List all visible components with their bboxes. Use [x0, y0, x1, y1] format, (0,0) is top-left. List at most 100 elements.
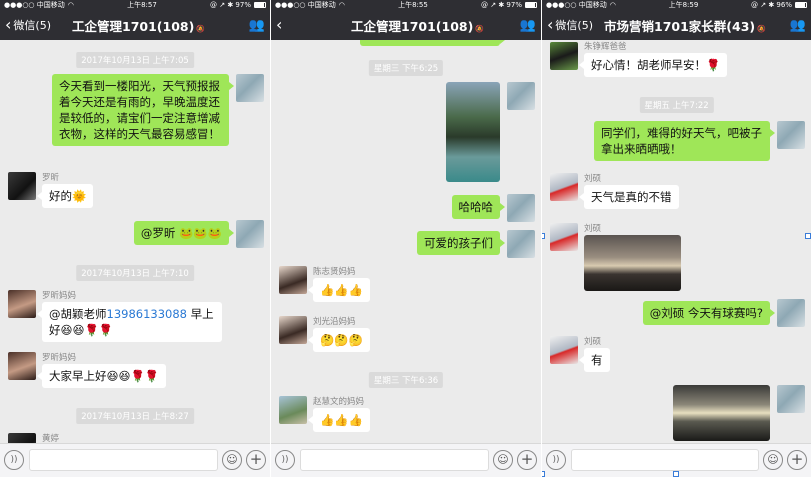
chevron-left-icon: ‹ [276, 15, 283, 34]
chat-screen-2: ●●●○○ 中国移动 ◠ 上午8:55 @ ↗ ✱ 97% ‹ 工企管理1701(… [271, 0, 541, 477]
mute-icon: 🔕 [196, 24, 206, 33]
message-bubble-in[interactable]: 好心情！胡老师早安！🌹 [578, 53, 728, 77]
message-list[interactable]: 星期三 下午6:25 哈哈哈 可爱的孩子们 陈志贤妈妈 👍👍👍 刘光沿妈妈 🤔🤔… [271, 40, 541, 443]
message-bubble-out[interactable]: @罗昕 🐸🐸🐸 [133, 221, 235, 245]
sender-name: 罗昕妈妈 [42, 353, 77, 363]
message-bubble-out[interactable]: 今天看到一楼阳光，天气预报报着今天还是有雨的，早晚温度还是较低的，请宝们一定注意… [52, 74, 234, 146]
message-bubble-out[interactable]: 哈哈哈 [451, 195, 505, 219]
avatar[interactable] [550, 173, 578, 201]
wifi-icon: ◠ [609, 1, 616, 9]
image-message[interactable] [584, 235, 681, 291]
chat-title: 工企管理1701(108) 🔕 [351, 16, 515, 35]
wifi-icon: ◠ [67, 1, 74, 9]
timestamp: 2017年10月13日 上午8:27 [76, 408, 194, 424]
avatar[interactable] [777, 385, 805, 413]
selection-handle[interactable] [673, 471, 679, 477]
emoji-icon[interactable]: ☺ [493, 450, 513, 470]
message-bubble-out[interactable]: @刘硕 今天有球赛吗? [642, 301, 776, 325]
back-button[interactable]: ‹ [271, 17, 351, 33]
message-bubble-in[interactable]: 天气是真的不错 [579, 185, 679, 209]
avatar[interactable] [8, 352, 36, 380]
group-icon[interactable]: 👥 [785, 18, 811, 33]
avatar[interactable] [236, 220, 264, 248]
message-bubble-in[interactable]: 👍👍👍 [308, 408, 370, 432]
sender-name: 刘光沿妈妈 [313, 317, 356, 327]
timestamp: 星期三 下午6:25 [368, 60, 444, 76]
group-icon[interactable]: 👥 [515, 18, 541, 33]
emoji-icon[interactable]: ☺ [222, 450, 242, 470]
avatar[interactable] [777, 299, 805, 327]
message-bubble-out[interactable]: 可爱的孩子们 [417, 231, 505, 255]
back-button[interactable]: ‹ 微信(5) [542, 17, 604, 33]
emoji-icon[interactable]: ☺ [763, 450, 783, 470]
plus-icon[interactable]: + [517, 450, 537, 470]
status-bar: ●●●○○ 中国移动 ◠ 上午8:55 @ ↗ ✱ 97% [271, 0, 541, 10]
back-label: 微信(5) [13, 19, 51, 32]
plus-icon[interactable]: + [787, 450, 807, 470]
sender-name: 陈志贤妈妈 [313, 267, 356, 277]
clock: 上午8:55 [398, 1, 428, 9]
timestamp: 2017年10月13日 上午7:10 [76, 265, 194, 281]
status-right: @ ↗ ✱ 97% [210, 1, 251, 9]
mute-icon: 🔕 [757, 24, 766, 33]
phone-link[interactable]: 13986133088 [107, 307, 187, 321]
avatar[interactable] [550, 42, 578, 70]
message-input[interactable] [571, 449, 759, 471]
avatar[interactable] [8, 433, 36, 443]
avatar[interactable] [236, 74, 264, 102]
message-bubble-in[interactable]: 🤔🤔🤔 [308, 328, 370, 352]
message-list[interactable]: 2017年10月13日 上午7:05 今天看到一楼阳光，天气预报报着今天还是有雨… [0, 40, 270, 443]
avatar[interactable] [279, 266, 307, 294]
voice-icon[interactable]: )) [275, 450, 295, 470]
image-message[interactable] [673, 385, 770, 441]
message-list[interactable]: 朱铮辉爸爸 好心情！胡老师早安！🌹 星期五 上午7:22 同学们，难得的好天气，… [542, 40, 811, 443]
group-icon[interactable]: 👥 [244, 18, 270, 33]
chat-title: 工企管理1701(108) 🔕 [72, 16, 244, 35]
plus-icon[interactable]: + [246, 450, 266, 470]
chat-screen-1: ●●●○○ 中国移动 ◠ 上午8:57 @ ↗ ✱ 97% ‹ 微信(5) 工企管理… [0, 0, 270, 477]
avatar[interactable] [550, 223, 578, 251]
sender-name: 刘硕 [584, 224, 602, 234]
carrier-label: ●●●○○ 中国移动 [546, 1, 607, 9]
avatar[interactable] [550, 336, 578, 364]
timestamp: 2017年10月13日 上午7:05 [76, 52, 194, 68]
message-bubble-out[interactable] [360, 40, 505, 46]
voice-icon[interactable]: )) [4, 450, 24, 470]
back-button[interactable]: ‹ 微信(5) [0, 17, 72, 33]
sender-name: 罗昕 [42, 173, 60, 183]
avatar[interactable] [507, 230, 535, 258]
avatar[interactable] [507, 82, 535, 110]
nav-bar: ‹ 工企管理1701(108) 🔕 👥 [271, 10, 541, 40]
image-message[interactable] [446, 82, 500, 182]
carrier-label: ●●●○○ 中国移动 [4, 1, 65, 9]
selection-handle[interactable] [542, 233, 545, 239]
sender-name: 朱铮辉爸爸 [584, 42, 627, 52]
status-right: @ ↗ ✱ 97% [481, 1, 522, 9]
message-bubble-in[interactable]: 大家早上好😆😆🌹🌹 [36, 364, 167, 388]
message-bubble-in[interactable]: @胡颖老师13986133088 早上好😆😆🌹🌹 [37, 302, 222, 342]
avatar[interactable] [279, 396, 307, 424]
avatar[interactable] [279, 316, 307, 344]
avatar[interactable] [8, 290, 36, 318]
avatar[interactable] [8, 172, 36, 200]
message-input[interactable] [300, 449, 489, 471]
message-bubble-in[interactable]: 👍👍👍 [308, 278, 370, 302]
message-bubble-in[interactable]: 好的🌞 [36, 184, 94, 208]
voice-icon[interactable]: )) [546, 450, 566, 470]
sender-name: 刘硕 [584, 337, 602, 347]
chevron-left-icon: ‹ [5, 15, 12, 34]
message-bubble-out[interactable]: 同学们，难得的好天气，吧被子拿出来晒晒哦！ [594, 121, 775, 161]
message-input[interactable] [29, 449, 218, 471]
selection-handle[interactable] [805, 233, 811, 239]
status-right: @ ↗ ✱ 96% [751, 1, 792, 9]
mention-text: @胡颖老师 [49, 307, 107, 321]
timestamp: 星期五 上午7:22 [639, 97, 714, 113]
sender-name: 刘硕 [584, 174, 602, 184]
screenshot-collage: ●●●○○ 中国移动 ◠ 上午8:57 @ ↗ ✱ 97% ‹ 微信(5) 工企管理… [0, 0, 811, 477]
nav-bar: ‹ 微信(5) 工企管理1701(108) 🔕 👥 [0, 10, 270, 40]
avatar[interactable] [507, 194, 535, 222]
selection-handle[interactable] [542, 471, 545, 477]
avatar[interactable] [777, 121, 805, 149]
message-bubble-in[interactable]: 有 [579, 348, 610, 372]
clock: 上午8:59 [668, 1, 699, 9]
